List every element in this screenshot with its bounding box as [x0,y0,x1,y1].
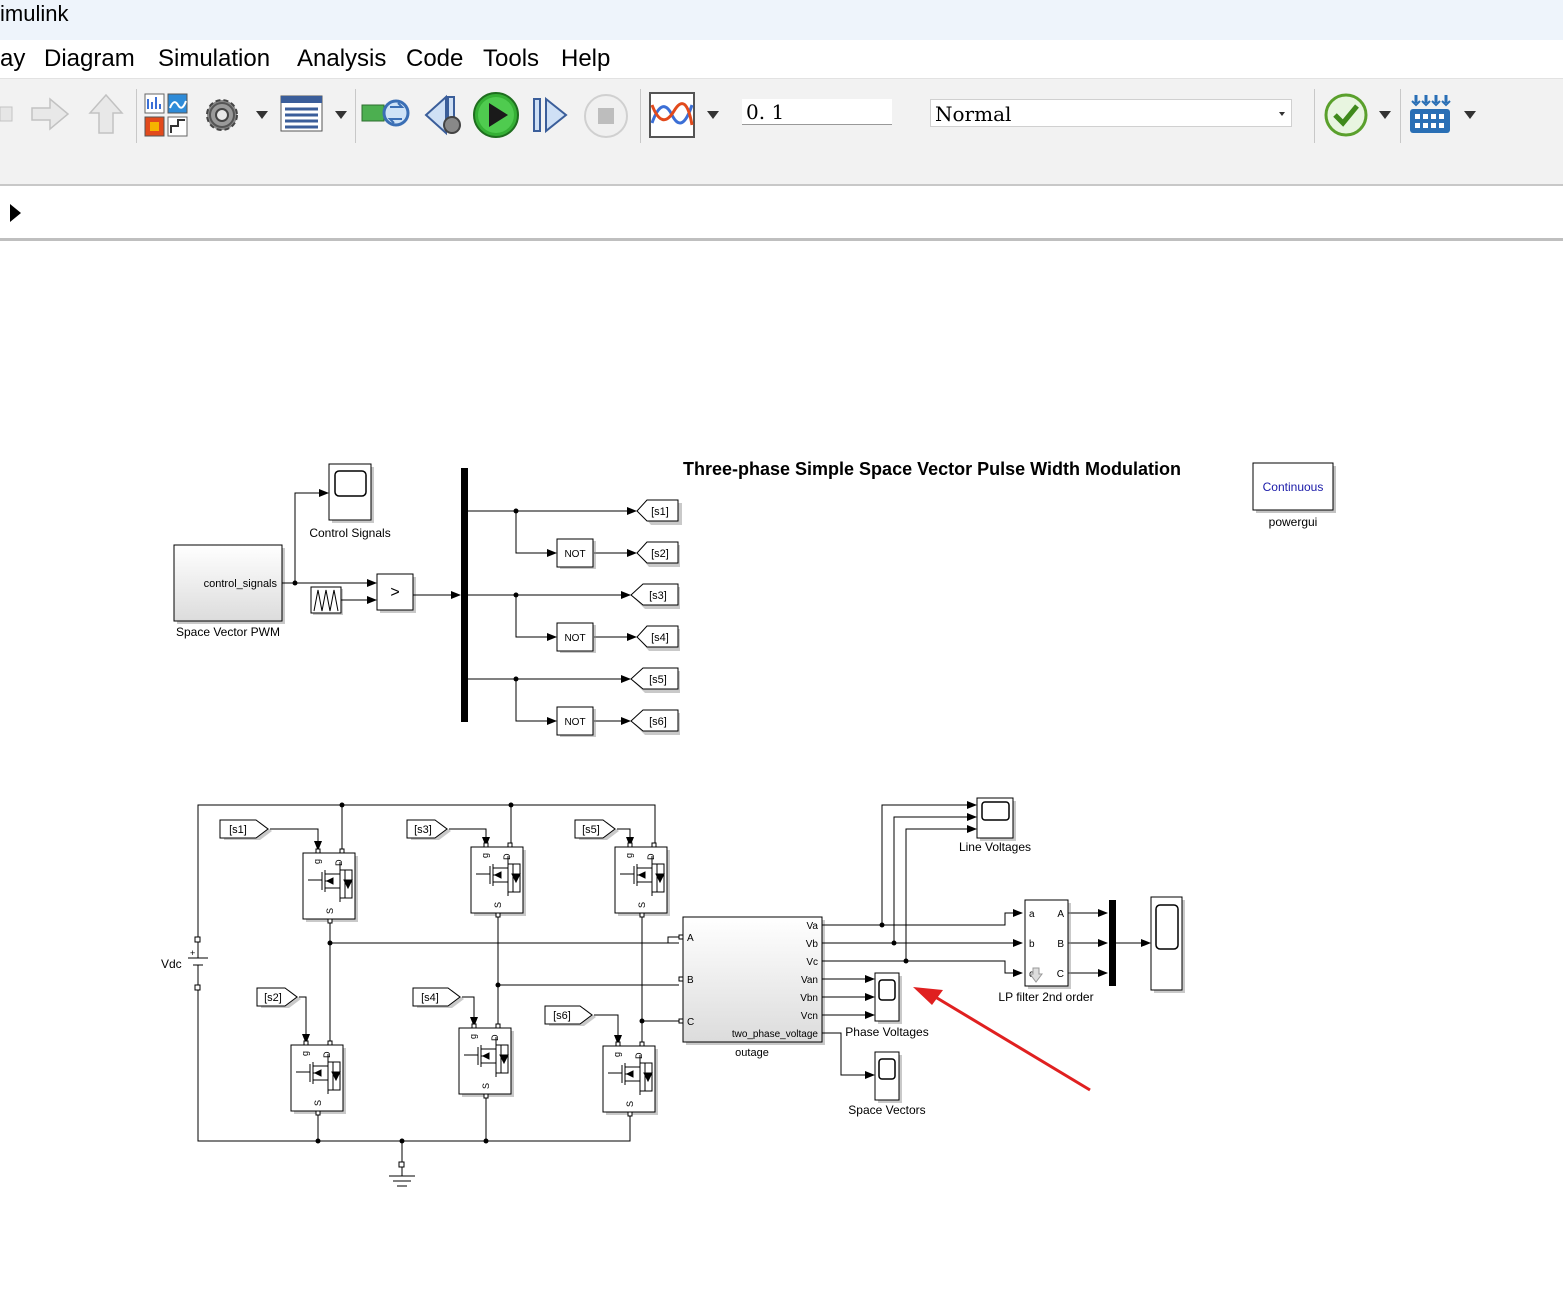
line-voltages-label: Line Voltages [959,840,1031,854]
from-tag-label: [s5] [582,824,600,836]
control-signals-scope[interactable] [328,463,374,523]
gate-label: g [624,853,634,858]
filter-input-b: b [1029,939,1035,950]
powergui-label: powergui [1269,515,1318,529]
mosfet-s4[interactable]: g D S [458,1023,514,1099]
not-gate-label: NOT [564,633,585,644]
goto-tag-label: [s6] [649,716,667,728]
svpwm-label: Space Vector PWM [176,625,280,639]
gate-label: g [468,1034,478,1039]
filter-input-a: a [1029,909,1035,920]
filter-output-c: C [1057,969,1064,980]
from-tag-s1[interactable]: [s1] [219,819,272,840]
output-port-vb: Vb [806,939,819,950]
ground-icon[interactable] [389,1161,415,1187]
vdc-label: Vdc [161,957,182,971]
from-tag-label: [s1] [229,824,247,836]
from-tag-label: [s4] [421,992,439,1004]
mosfet-s6[interactable]: g D S [602,1041,658,1117]
input-port-c: C [687,1017,694,1028]
from-tag-s3[interactable]: [s3] [406,819,451,840]
goto-tag-s5[interactable]: [s5] [630,667,680,693]
from-tag-label: [s2] [264,992,282,1004]
gate-label: g [300,1051,310,1056]
not-gate-label: NOT [564,717,585,728]
goto-tag-s6[interactable]: [s6] [630,709,680,735]
drain-label: D [334,859,344,866]
filter-output-b: B [1057,939,1064,950]
goto-tag-s4[interactable]: [s4] [636,625,680,651]
svpwm-port-label: control_signals [204,578,278,590]
dc-plus-sign: + [190,948,195,958]
goto-tag-s2[interactable]: [s2] [636,541,680,567]
demux-bar[interactable] [461,468,468,722]
drain-label: D [634,1052,644,1059]
line-voltages-scope[interactable] [976,797,1016,841]
input-port-a: A [687,933,694,944]
relational-operator-block[interactable]: > [376,573,416,613]
from-tag-s5[interactable]: [s5] [574,819,619,840]
input-port-b: B [687,975,694,986]
output-port-vcn: Vcn [801,1011,818,1022]
from-tag-label: [s3] [414,824,432,836]
space-vectors-scope[interactable] [874,1051,902,1103]
relational-operator-label: > [390,584,399,601]
gate-label: g [480,853,490,858]
from-tag-s6[interactable]: [s6] [544,1005,596,1026]
goto-tag-label: [s4] [651,632,669,644]
drain-label: D [502,853,512,860]
filtered-output-scope[interactable] [1150,896,1185,993]
goto-tag-label: [s1] [651,506,669,518]
phase-voltages-scope[interactable] [874,972,902,1024]
powergui-block[interactable]: Continuous [1252,462,1336,513]
space-vectors-label: Space Vectors [848,1103,925,1117]
not-gate-3[interactable]: NOT [556,706,596,737]
goto-tag-s1[interactable]: [s1] [636,499,682,525]
lp-filter-label: LP filter 2nd order [998,990,1093,1004]
source-label: S [481,1083,491,1089]
from-tag-label: [s6] [553,1010,571,1022]
from-tag-s4[interactable]: [s4] [412,987,464,1008]
drain-label: D [646,853,656,860]
output-port-van: Van [801,975,818,986]
source-label: S [313,1100,323,1106]
source-label: S [493,902,503,908]
powergui-mode: Continuous [1263,480,1324,494]
mosfet-s2[interactable]: g D S [290,1040,346,1116]
drain-label: D [490,1034,500,1041]
mosfet-s1[interactable]: g D S [302,848,358,924]
source-label: S [637,902,647,908]
lp-filter-block[interactable]: a b c A B C [1024,899,1071,989]
subsystem-label: outage [735,1047,769,1059]
source-label: S [325,908,335,914]
mosfet-s5[interactable]: g D S [614,842,670,918]
source-label: S [625,1101,635,1107]
output-port-vc: Vc [806,957,818,968]
carrier-source-block[interactable] [310,586,343,615]
goto-tag-label: [s5] [649,674,667,686]
drain-label: D [322,1051,332,1058]
diagram-title: Three-phase Simple Space Vector Pulse Wi… [683,459,1181,479]
goto-tag-s3[interactable]: [s3] [630,583,680,609]
goto-tag-label: [s3] [649,590,667,602]
not-gate-label: NOT [564,549,585,560]
gate-label: g [612,1052,622,1057]
gate-label: g [312,859,322,864]
space-vector-pwm-block[interactable]: control_signals [173,544,285,624]
not-gate-1[interactable]: NOT [556,538,596,569]
phase-voltages-label: Phase Voltages [845,1025,928,1039]
dc-voltage-source[interactable]: + [188,936,208,991]
goto-tag-label: [s2] [651,548,669,560]
mux-bar[interactable] [1109,900,1116,986]
output-port-two-phase: two_phase_voltage [732,1029,819,1040]
diagram-canvas: Three-phase Simple Space Vector Pulse Wi… [161,459,1336,1187]
voltage-measurement-subsystem[interactable]: A B C Va Vb Vc Van Vbn Vcn two_phase_vol… [678,916,825,1045]
filter-output-a: A [1057,909,1064,920]
not-gate-2[interactable]: NOT [556,622,596,653]
from-tag-s2[interactable]: [s2] [256,987,301,1008]
output-port-vbn: Vbn [800,993,818,1004]
mosfet-s3[interactable]: g D S [470,842,526,918]
control-signals-label: Control Signals [309,526,390,540]
output-port-va: Va [807,921,819,932]
